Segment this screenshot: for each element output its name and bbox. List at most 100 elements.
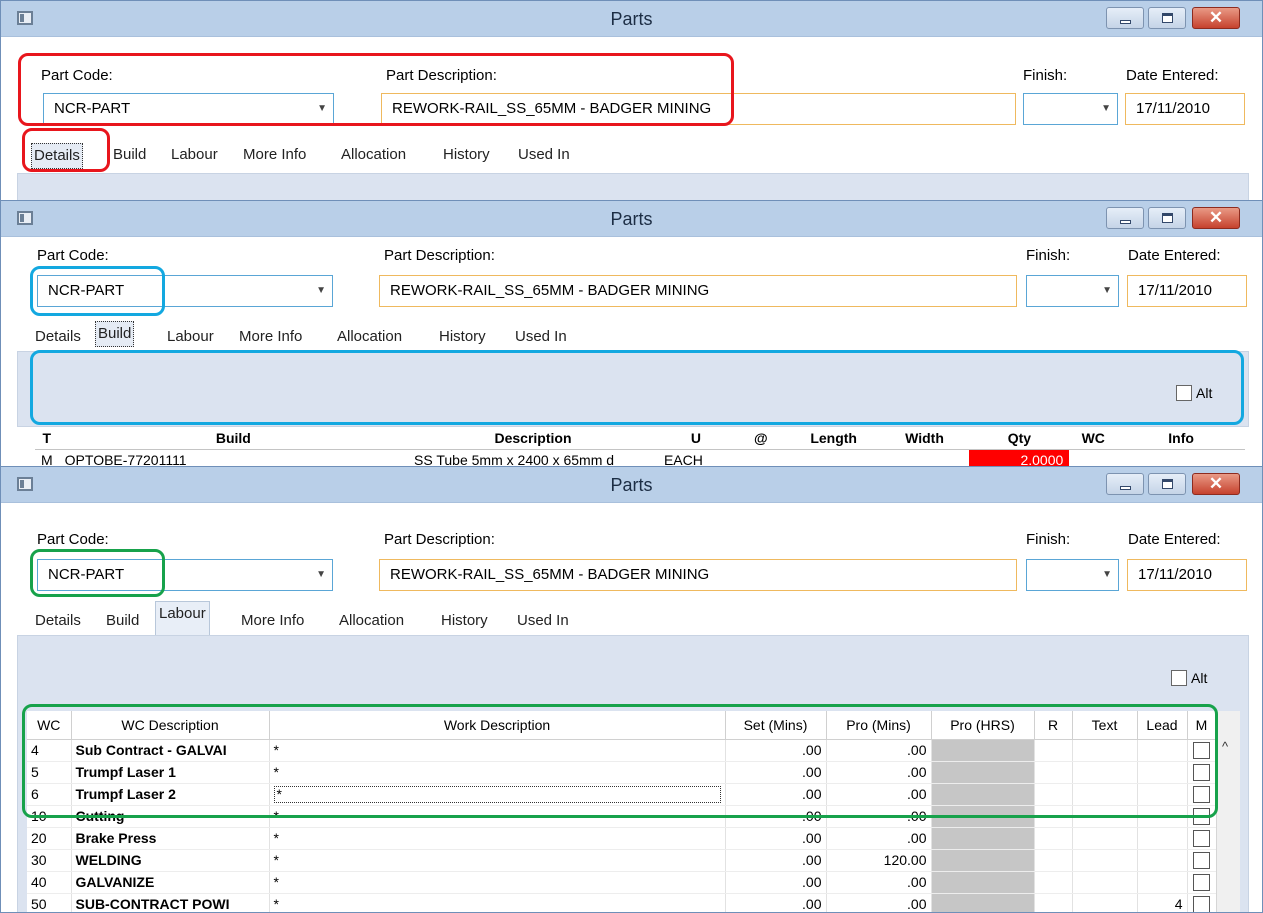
part-code-combo[interactable]: NCR-PART ▼ — [37, 275, 333, 307]
labour-cell-wc[interactable]: 40 — [27, 871, 72, 894]
labour-row[interactable]: 20 Brake Press * .00.00 — [27, 827, 1217, 850]
part-description-field[interactable]: REWORK-RAIL_SS_65MM - BADGER MINING — [381, 93, 1016, 125]
m-checkbox[interactable] — [1193, 895, 1210, 912]
labour-cell-empty[interactable] — [1072, 805, 1138, 828]
labour-cell-m[interactable] — [1187, 871, 1217, 894]
labour-cell-desc[interactable]: WELDING — [71, 849, 270, 872]
labour-row[interactable]: 4 Sub Contract - GALVAI * .00.00 — [27, 739, 1217, 762]
labour-cell-lead[interactable] — [1137, 783, 1188, 806]
part-code-combo[interactable]: NCR-PART ▼ — [37, 559, 333, 591]
labour-cell-pro[interactable]: .00 — [826, 805, 932, 828]
labour-col-header[interactable]: Set (Mins) — [725, 711, 827, 740]
labour-cell-empty[interactable] — [1034, 783, 1073, 806]
tab-build[interactable]: Build — [113, 143, 146, 169]
maximize-button[interactable] — [1148, 473, 1186, 495]
chevron-down-icon[interactable]: ▼ — [316, 560, 326, 590]
labour-cell-lead[interactable] — [1137, 761, 1188, 784]
labour-cell-set[interactable]: .00 — [725, 893, 827, 912]
close-button[interactable]: ✕ — [1192, 207, 1240, 229]
labour-cell-pro[interactable]: .00 — [826, 893, 932, 912]
labour-cell-work[interactable]: * — [269, 739, 726, 762]
labour-col-header[interactable]: Text — [1072, 711, 1138, 740]
build-col-header[interactable]: T — [35, 427, 59, 450]
labour-cell-set[interactable]: .00 — [725, 827, 827, 850]
labour-cell-work[interactable]: * — [269, 783, 726, 806]
labour-cell-m[interactable] — [1187, 739, 1217, 762]
m-checkbox[interactable] — [1193, 829, 1210, 847]
alt-checkbox-box[interactable] — [1171, 670, 1187, 686]
labour-cell-pro-hrs[interactable] — [931, 805, 1035, 828]
finish-combo[interactable]: ▼ — [1026, 559, 1119, 591]
labour-cell-wc[interactable]: 4 — [27, 739, 72, 762]
build-col-header[interactable]: Build — [58, 427, 409, 450]
labour-cell-desc[interactable]: Trumpf Laser 1 — [71, 761, 270, 784]
labour-col-header[interactable]: Work Description — [269, 711, 726, 740]
labour-cell-work[interactable]: * — [269, 761, 726, 784]
build-col-header[interactable]: Description — [408, 427, 658, 450]
labour-cell-empty[interactable] — [1034, 893, 1073, 912]
labour-cell-empty[interactable] — [1072, 827, 1138, 850]
labour-cell-work[interactable]: * — [269, 871, 726, 894]
date-entered-field[interactable]: 17/11/2010 — [1127, 559, 1247, 591]
alt-checkbox[interactable]: Alt — [1176, 385, 1212, 401]
close-button[interactable]: ✕ — [1192, 7, 1240, 29]
build-col-header[interactable]: U — [657, 427, 734, 450]
labour-cell-pro-hrs[interactable] — [931, 783, 1035, 806]
labour-cell-lead[interactable]: 4 — [1137, 893, 1188, 912]
tab-history[interactable]: History — [439, 325, 486, 351]
build-col-header[interactable]: @ — [733, 427, 788, 450]
labour-cell-empty[interactable] — [1072, 761, 1138, 784]
labour-cell-wc[interactable]: 10 — [27, 805, 72, 828]
tab-build[interactable]: Build — [106, 609, 139, 635]
labour-cell-pro[interactable]: .00 — [826, 761, 932, 784]
labour-row[interactable]: 5 Trumpf Laser 1 * .00.00 — [27, 761, 1217, 784]
chevron-down-icon[interactable]: ▼ — [317, 94, 327, 124]
labour-row[interactable]: 6 Trumpf Laser 2 * .00.00 — [27, 783, 1217, 806]
build-col-header[interactable]: Length — [787, 427, 880, 450]
tab-history[interactable]: History — [441, 609, 488, 635]
labour-cell-desc[interactable]: Sub Contract - GALVAI — [71, 739, 270, 762]
labour-cell-empty[interactable] — [1072, 849, 1138, 872]
tab-more-info[interactable]: More Info — [239, 325, 302, 351]
labour-cell-lead[interactable] — [1137, 805, 1188, 828]
labour-cell-m[interactable] — [1187, 827, 1217, 850]
vertical-scrollbar[interactable]: ^ — [1216, 711, 1240, 912]
chevron-down-icon[interactable]: ▼ — [1101, 94, 1111, 124]
labour-cell-empty[interactable] — [1034, 849, 1073, 872]
build-col-header[interactable]: Qty — [969, 427, 1070, 450]
labour-cell-pro-hrs[interactable] — [931, 871, 1035, 894]
m-checkbox[interactable] — [1193, 851, 1210, 869]
labour-row[interactable]: 30 WELDING * .00 120.00 — [27, 849, 1217, 872]
maximize-button[interactable] — [1148, 207, 1186, 229]
labour-cell-desc[interactable]: Cutting — [71, 805, 270, 828]
labour-cell-pro[interactable]: 120.00 — [826, 849, 932, 872]
labour-row[interactable]: 50 SUB-CONTRACT POWI * .00.00 4 — [27, 893, 1217, 912]
labour-col-header[interactable]: M — [1187, 711, 1217, 740]
minimize-button[interactable] — [1106, 473, 1144, 495]
labour-col-header[interactable]: R — [1034, 711, 1073, 740]
labour-cell-empty[interactable] — [1034, 805, 1073, 828]
tab-allocation[interactable]: Allocation — [339, 609, 404, 635]
work-description-editor[interactable]: * — [273, 785, 721, 803]
labour-cell-wc[interactable]: 20 — [27, 827, 72, 850]
finish-combo[interactable]: ▼ — [1023, 93, 1118, 125]
tab-more-info[interactable]: More Info — [243, 143, 306, 169]
labour-cell-m[interactable] — [1187, 761, 1217, 784]
labour-cell-lead[interactable] — [1137, 827, 1188, 850]
m-checkbox[interactable] — [1193, 763, 1210, 781]
m-checkbox[interactable] — [1193, 741, 1210, 759]
chevron-down-icon[interactable]: ▼ — [1102, 560, 1112, 590]
labour-cell-empty[interactable] — [1034, 827, 1073, 850]
tab-used-in[interactable]: Used In — [517, 609, 569, 635]
date-entered-field[interactable]: 17/11/2010 — [1125, 93, 1245, 125]
part-description-field[interactable]: REWORK-RAIL_SS_65MM - BADGER MINING — [379, 275, 1017, 307]
labour-cell-wc[interactable]: 5 — [27, 761, 72, 784]
labour-cell-pro-hrs[interactable] — [931, 849, 1035, 872]
labour-cell-wc[interactable]: 6 — [27, 783, 72, 806]
labour-cell-work[interactable]: * — [269, 849, 726, 872]
alt-checkbox[interactable]: Alt — [1171, 670, 1207, 686]
labour-cell-work[interactable]: * — [269, 827, 726, 850]
m-checkbox[interactable] — [1193, 785, 1210, 803]
tab-details[interactable]: Details — [35, 325, 81, 351]
labour-cell-desc[interactable]: GALVANIZE — [71, 871, 270, 894]
